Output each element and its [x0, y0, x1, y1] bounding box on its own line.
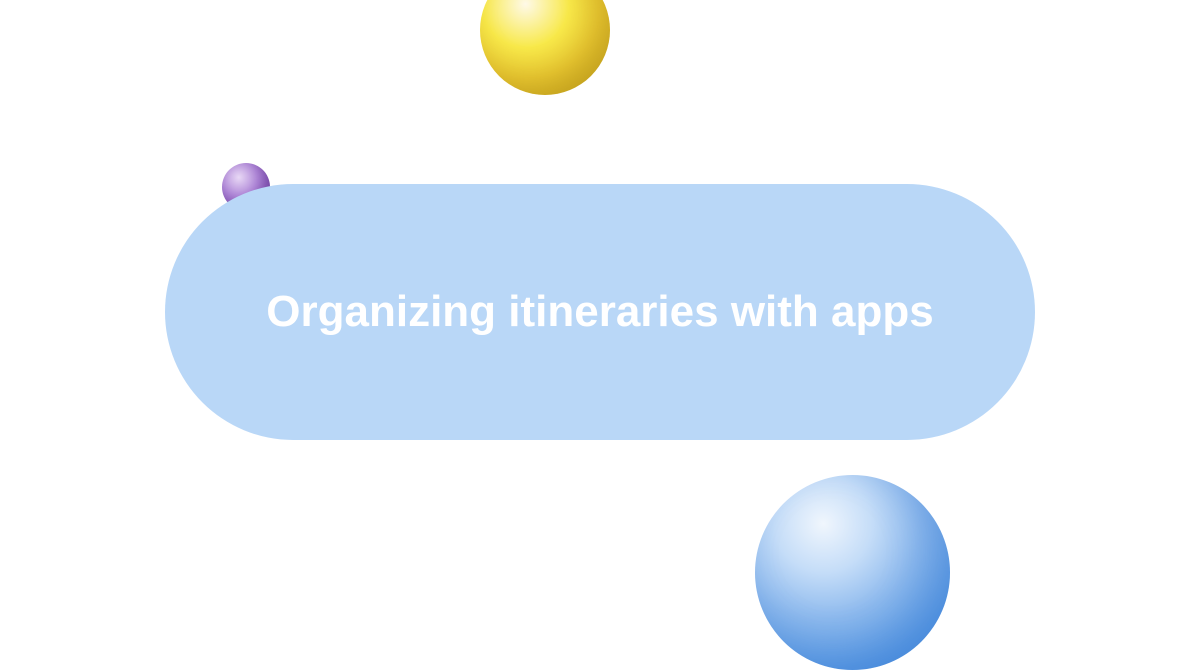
title-text: Organizing itineraries with apps	[266, 282, 933, 341]
blue-sphere-decoration	[755, 475, 950, 670]
title-card: Organizing itineraries with apps	[165, 184, 1035, 440]
yellow-sphere-decoration	[480, 0, 610, 95]
